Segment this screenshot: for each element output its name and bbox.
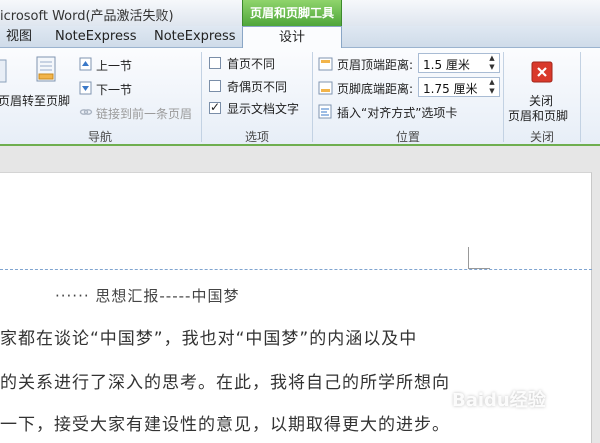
link-to-previous-label: 链接到前一条页眉 — [96, 107, 193, 121]
margin-corner-mark — [468, 247, 490, 269]
close-label-line2: 页眉和页脚 — [508, 109, 569, 123]
tab-view[interactable]: 视图 — [6, 26, 32, 48]
tab-noteexpress-1[interactable]: NoteExpress — [55, 26, 137, 48]
previous-section-label: 上一节 — [96, 59, 133, 73]
spin-up-icon[interactable]: ▲ — [487, 54, 497, 63]
different-first-page-label: 首页不同 — [227, 57, 276, 71]
footer-bottom-distance-label: 页脚底端距离: — [337, 82, 414, 96]
footer-bottom-distance-icon — [318, 81, 333, 95]
navigation-group-label: 导航 — [87, 130, 112, 144]
title-bar: icrosoft Word(产品激活失败) 页眉和页脚工具 — [0, 0, 600, 26]
spin-down-icon[interactable]: ▼ — [487, 63, 497, 72]
body-line[interactable]: 的关系进行了深入的思考。在此，我将自己的所学所想向 — [0, 368, 450, 393]
footer-bottom-distance-input[interactable]: 1.75 厘米 ▲ ▼ — [418, 77, 500, 97]
tab-noteexpress-2[interactable]: NoteExpress — [154, 26, 236, 48]
header-page-icon — [0, 59, 7, 83]
header-text[interactable]: ······ 思想汇报-----中国梦 — [55, 285, 239, 306]
show-document-text-box[interactable] — [209, 100, 221, 114]
alignment-tab-icon — [318, 104, 332, 119]
header-boundary-line — [0, 269, 592, 270]
header-top-distance-value: 1.5 厘米 — [423, 58, 470, 72]
body-line[interactable]: 一下，接受大家有建设性的意见，以期取得更大的进步。 — [0, 410, 450, 435]
different-first-page-box[interactable] — [209, 57, 221, 69]
insert-alignment-tab-label: 插入“对齐方式”选项卡 — [337, 106, 458, 120]
window-title: icrosoft Word(产品激活失败) — [0, 9, 174, 24]
options-group-label: 选项 — [244, 130, 269, 144]
goto-footer-label: 转至页脚 — [22, 94, 71, 108]
show-document-text-label: 显示文档文字 — [227, 102, 300, 116]
different-odd-even-label: 奇偶页不同 — [227, 80, 288, 94]
go-to-header-button[interactable]: 页眉 — [0, 92, 22, 109]
body-line[interactable]: 家都在谈论“中国梦”，我也对“中国梦”的内涵以及中 — [0, 324, 417, 349]
contextual-tool-label: 页眉和页脚工具 — [242, 0, 342, 26]
tab-design[interactable]: 设计 — [242, 26, 342, 49]
header-top-distance-label: 页眉顶端距离: — [337, 58, 414, 72]
header-top-distance-icon — [318, 57, 333, 71]
position-group-label: 位置 — [395, 130, 420, 144]
header-top-distance-input[interactable]: 1.5 厘米 ▲ ▼ — [418, 53, 500, 73]
previous-section-icon — [79, 57, 92, 71]
different-odd-even-box[interactable] — [209, 80, 221, 92]
ribbon-tab-bar: 视图 NoteExpress NoteExpress 设计 — [0, 26, 600, 49]
footer-bottom-distance-value: 1.75 厘米 — [423, 82, 478, 96]
footer-page-icon — [36, 56, 56, 82]
close-group-label: 关闭 — [529, 130, 554, 144]
watermark: Baidu经验 — [452, 390, 546, 411]
ribbon: 页眉 转至页脚 上一节 下一节 链接到前一条页眉 导航 首页不同 奇偶页不同 ✓… — [0, 48, 600, 146]
next-section-icon — [79, 81, 92, 95]
link-icon — [79, 109, 93, 115]
spin-up-icon[interactable]: ▲ — [487, 78, 497, 87]
spin-down-icon[interactable]: ▼ — [487, 87, 497, 96]
next-section-label: 下一节 — [96, 83, 133, 97]
group-separator — [580, 52, 581, 142]
close-icon — [531, 61, 553, 83]
